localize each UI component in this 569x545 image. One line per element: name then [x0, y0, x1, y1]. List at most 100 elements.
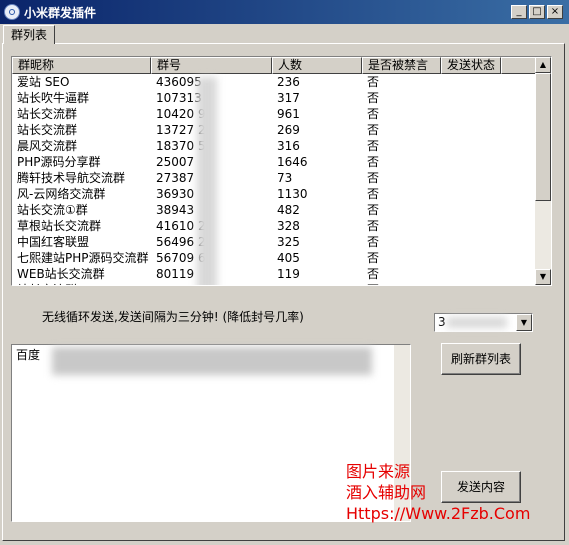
cell-send-status	[441, 154, 501, 170]
cell-muted: 否	[367, 267, 380, 281]
table-row[interactable]: WEB站长交流群 80119 119 否	[12, 266, 537, 282]
cell-send-status	[441, 250, 501, 266]
table-row[interactable]: PHP源码分享群 25007 1646 否	[12, 154, 537, 170]
watermark-url: Https://Www.2Fzb.Com	[346, 504, 531, 523]
cell-muted: 否	[367, 251, 380, 265]
interval-select[interactable]: 3 ▼	[434, 313, 533, 332]
cell-send-status	[441, 266, 501, 282]
column-header-send-status[interactable]: 发送状态	[441, 57, 501, 74]
cell-members: 482	[277, 203, 300, 217]
cell-send-status	[441, 138, 501, 154]
cell-muted: 否	[367, 123, 380, 137]
cell-muted: 否	[367, 171, 380, 185]
cell-nickname: 草根站长交流群	[17, 219, 102, 233]
cell-muted: 否	[367, 203, 380, 217]
table-row[interactable]: 站长交流①群 38943 482 否	[12, 202, 537, 218]
send-interval-note: 无线循环发送,发送间隔为三分钟! (降低封号几率)	[42, 310, 304, 324]
table-row[interactable]: 站长吹牛逼群 107313 317 否	[12, 90, 537, 106]
cell-nickname: 站长吹牛逼群	[17, 91, 90, 105]
cell-members: 961	[277, 107, 300, 121]
cell-nickname: 站长交流群	[17, 107, 78, 121]
table-row[interactable]: 草根站长交流群 41610 2 328 否	[12, 218, 537, 234]
tab-group-list[interactable]: 群列表	[3, 25, 56, 44]
watermark-line2: 酒入辅助网	[346, 483, 427, 502]
cell-muted: 否	[367, 235, 380, 249]
cell-nickname: PHP源码分享群	[17, 155, 101, 169]
cell-muted: 否	[367, 91, 380, 105]
maximize-button[interactable]: □	[529, 5, 545, 19]
cell-members: 1130	[277, 187, 308, 201]
cell-nickname: 腾轩技术导航交流群	[17, 171, 126, 185]
table-row[interactable]: 晨风交流群 18370 5 316 否	[12, 138, 537, 154]
cell-nickname: 爱站 SEO	[17, 75, 70, 89]
cell-members: 317	[277, 91, 300, 105]
cell-nickname: 站长交流①群	[17, 203, 88, 217]
message-text: 百度	[16, 348, 41, 362]
cell-muted: 否	[367, 139, 380, 153]
column-header-filler	[501, 57, 537, 74]
cell-nickname: 七熙建站PHP源码交流群	[17, 251, 149, 265]
redaction-blur	[447, 317, 507, 328]
redaction-blur	[52, 347, 372, 375]
table-row[interactable]: 站长交流群 否	[12, 282, 537, 285]
close-button[interactable]: ×	[547, 5, 563, 19]
chevron-down-icon[interactable]: ▼	[516, 314, 532, 331]
cell-nickname: 站长交流群	[17, 123, 78, 137]
cell-send-status	[441, 234, 501, 250]
cell-muted: 否	[367, 75, 380, 89]
app-icon	[4, 4, 20, 20]
cell-send-status	[441, 106, 501, 122]
cell-members	[272, 282, 362, 285]
table-row[interactable]: 腾轩技术导航交流群 27387 73 否	[12, 170, 537, 186]
redaction-blur	[197, 77, 217, 285]
cell-members: 328	[277, 219, 300, 233]
column-header-group-number[interactable]: 群号	[151, 57, 272, 74]
cell-muted: 否	[367, 107, 380, 121]
cell-muted: 否	[367, 155, 380, 169]
cell-nickname: 晨风交流群	[17, 139, 78, 153]
window-title: 小米群发插件	[24, 6, 97, 20]
minimize-button[interactable]: _	[511, 5, 527, 19]
cell-muted: 否	[367, 187, 380, 201]
table-row[interactable]: 爱站 SEO 436095 236 否	[12, 74, 537, 90]
cell-send-status	[441, 122, 501, 138]
group-list-header: 群昵称 群号 人数 是否被禁言 发送状态	[12, 57, 537, 74]
scroll-thumb[interactable]	[535, 73, 551, 201]
cell-send-status	[441, 218, 501, 234]
scroll-down-icon[interactable]: ▼	[535, 269, 551, 285]
watermark: 图片来源 酒入辅助网 Https://Www.2Fzb.Com	[346, 461, 530, 524]
cell-nickname: 风-云网络交流群	[17, 187, 106, 201]
table-row[interactable]: 中国红客联盟 56496 2 325 否	[12, 234, 537, 250]
title-bar: 小米群发插件 _ □ ×	[0, 0, 569, 24]
table-row[interactable]: 站长交流群 13727 2 269 否	[12, 122, 537, 138]
cell-send-status	[441, 170, 501, 186]
cell-send-status	[441, 90, 501, 106]
scroll-up-icon[interactable]: ▲	[535, 57, 551, 73]
cell-nickname: WEB站长交流群	[17, 267, 105, 281]
column-header-members[interactable]: 人数	[272, 57, 362, 74]
cell-members: 405	[277, 251, 300, 265]
cell-send-status	[441, 74, 501, 90]
column-header-muted[interactable]: 是否被禁言	[362, 57, 441, 74]
column-header-nickname[interactable]: 群昵称	[12, 57, 151, 74]
cell-members: 73	[277, 171, 293, 185]
interval-select-value: 3	[438, 315, 446, 329]
cell-send-status	[441, 186, 501, 202]
cell-members: 236	[277, 75, 300, 89]
table-row[interactable]: 七熙建站PHP源码交流群 56709 6 405 否	[12, 250, 537, 266]
group-list-scrollbar[interactable]: ▲ ▼	[535, 57, 551, 285]
cell-members: 325	[277, 235, 300, 249]
group-list[interactable]: 群昵称 群号 人数 是否被禁言 发送状态 爱站 SEO 436095 236 否站长吹…	[11, 56, 552, 286]
table-row[interactable]: 站长交流群 10420 9 961 否	[12, 106, 537, 122]
cell-nickname: 中国红客联盟	[17, 235, 90, 249]
cell-send-status	[441, 202, 501, 218]
watermark-line1: 图片来源	[346, 462, 411, 481]
table-row[interactable]: 风-云网络交流群 36930 1130 否	[12, 186, 537, 202]
cell-nickname: 站长交流群	[12, 282, 151, 285]
cell-members: 269	[277, 123, 300, 137]
cell-muted: 否	[367, 219, 380, 233]
refresh-group-list-button[interactable]: 刷新群列表	[441, 343, 521, 375]
cell-members: 316	[277, 139, 300, 153]
cell-members: 119	[277, 267, 300, 281]
cell-send-status	[441, 282, 501, 285]
